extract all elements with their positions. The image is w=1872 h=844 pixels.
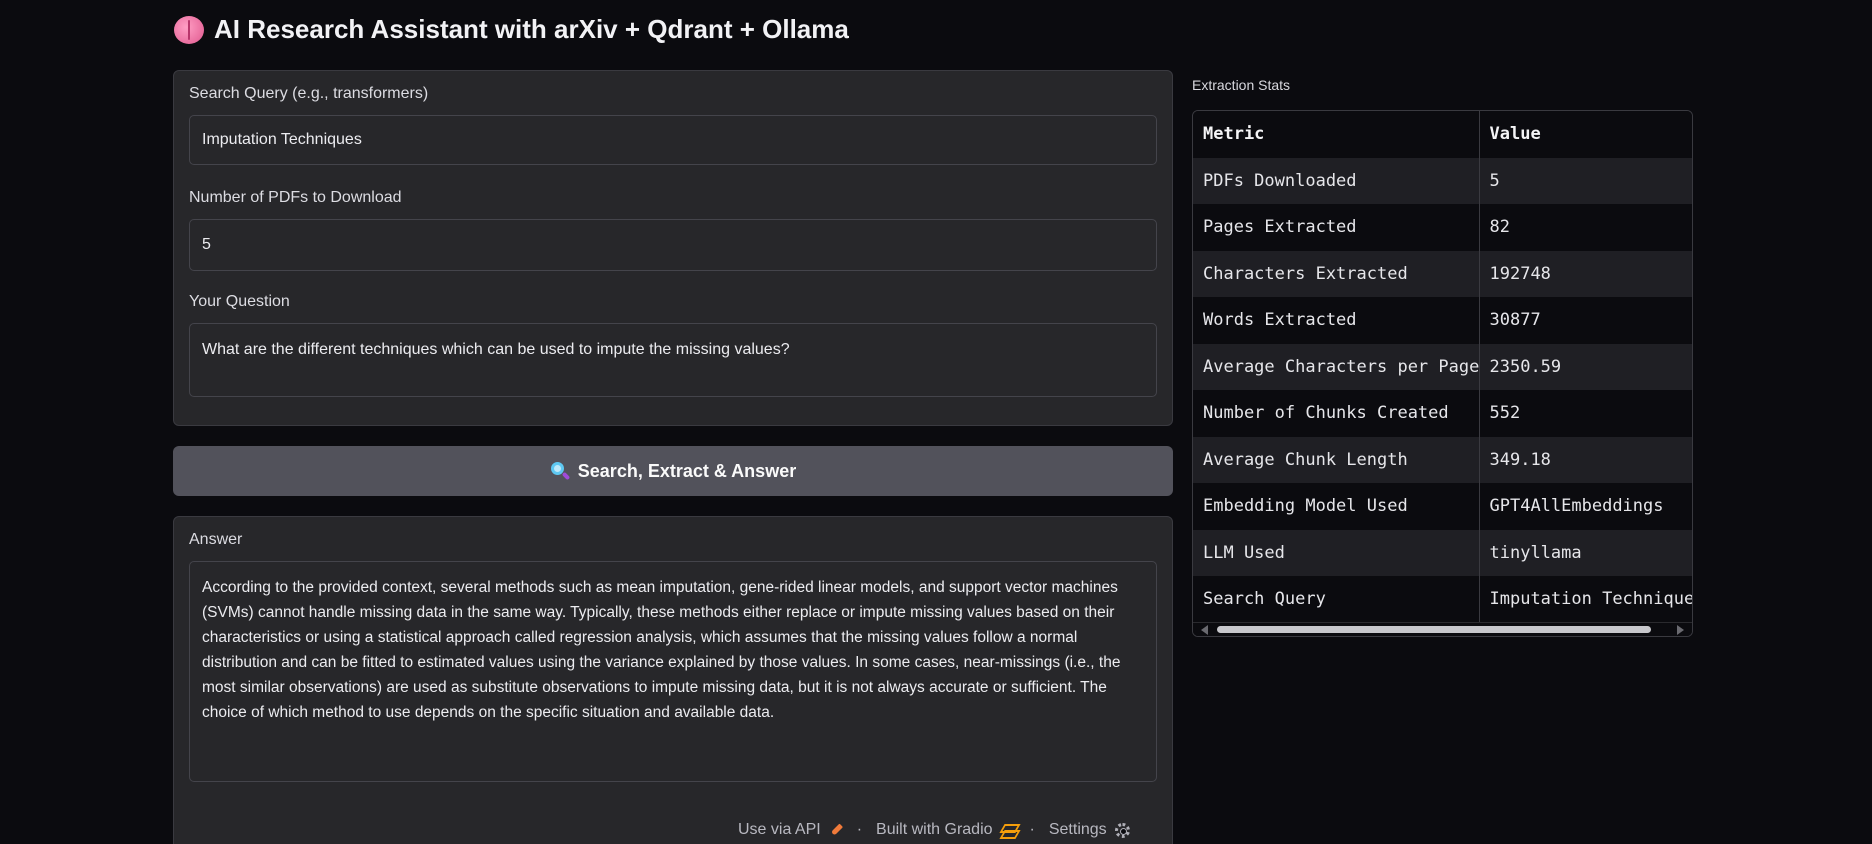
search-query-value: Imputation Techniques: [202, 131, 362, 148]
answer-textarea[interactable]: According to the provided context, sever…: [189, 561, 1157, 782]
stats-header-value[interactable]: Value: [1479, 111, 1692, 158]
table-row: LLM Used tinyllama: [1193, 529, 1692, 576]
table-row: Characters Extracted 192748: [1193, 250, 1692, 297]
stats-cell-metric: PDFs Downloaded: [1193, 157, 1480, 204]
inputs-panel: Search Query (e.g., transformers) Imputa…: [173, 70, 1173, 426]
stats-cell-metric: Words Extracted: [1193, 297, 1480, 344]
stats-cell-value: 30877: [1479, 297, 1692, 344]
gear-icon[interactable]: [1114, 822, 1130, 838]
table-row: Number of Chunks Created 552: [1193, 390, 1692, 437]
footer: Use via API · Built with Gradio · Settin…: [738, 821, 1130, 839]
stats-header-metric[interactable]: Metric: [1193, 111, 1480, 158]
search-query-input[interactable]: Imputation Techniques: [189, 115, 1157, 165]
num-pdfs-value: 5: [202, 236, 211, 253]
question-label: Your Question: [189, 293, 290, 310]
gradio-logo-icon: [1001, 823, 1016, 837]
answer-panel: Answer According to the provided context…: [173, 516, 1173, 844]
input-column: Search Query (e.g., transformers) Imputa…: [173, 70, 1173, 844]
question-textarea[interactable]: What are the different techniques which …: [189, 323, 1157, 397]
scroll-right-icon[interactable]: [1677, 625, 1684, 635]
table-row: Pages Extracted 82: [1193, 204, 1692, 251]
stats-cell-value: 5: [1479, 157, 1692, 204]
stats-cell-value: 82: [1479, 204, 1692, 251]
stats-cell-metric: Number of Chunks Created: [1193, 390, 1480, 437]
stats-cell-value: GPT4AllEmbeddings: [1479, 483, 1692, 530]
table-row: PDFs Downloaded 5: [1193, 157, 1692, 204]
stats-cell-value: 552: [1479, 390, 1692, 437]
stats-cell-metric: Average Chunk Length: [1193, 436, 1480, 483]
search-extract-answer-button[interactable]: Search, Extract & Answer: [173, 446, 1173, 496]
stats-table: Metric Value PDFs Downloaded 5 Pages Ext…: [1193, 111, 1692, 623]
horizontal-scrollbar[interactable]: [1193, 622, 1692, 636]
extraction-stats-table[interactable]: Metric Value PDFs Downloaded 5 Pages Ext…: [1192, 110, 1693, 637]
stats-cell-metric: Embedding Model Used: [1193, 483, 1480, 530]
built-with-gradio-link[interactable]: Built with Gradio: [876, 821, 993, 839]
table-row: Embedding Model Used GPT4AllEmbeddings: [1193, 483, 1692, 530]
brain-icon: [174, 15, 204, 44]
table-row: Search Query Imputation Techniques: [1193, 576, 1692, 623]
magnifier-icon: [550, 461, 571, 481]
stats-cell-metric: Search Query: [1193, 576, 1480, 623]
table-row: Words Extracted 30877: [1193, 297, 1692, 344]
rocket-icon: [829, 823, 843, 837]
num-pdfs-label: Number of PDFs to Download: [189, 189, 402, 206]
scroll-left-icon[interactable]: [1201, 625, 1208, 635]
answer-value: According to the provided context, sever…: [202, 579, 1121, 721]
stats-cell-value: Imputation Techniques: [1479, 576, 1692, 623]
footer-separator: ·: [856, 821, 863, 838]
stats-cell-metric: Average Characters per Page: [1193, 343, 1480, 390]
page-title: AI Research Assistant with arXiv + Qdran…: [174, 14, 849, 45]
stats-cell-value: 349.18: [1479, 436, 1692, 483]
stats-cell-metric: Characters Extracted: [1193, 250, 1480, 297]
scrollbar-thumb[interactable]: [1217, 626, 1651, 633]
stats-cell-metric: Pages Extracted: [1193, 204, 1480, 251]
search-extract-answer-label: Search, Extract & Answer: [577, 460, 797, 481]
use-via-api-link[interactable]: Use via API: [738, 821, 821, 839]
settings-link[interactable]: Settings: [1049, 821, 1107, 839]
extraction-stats-label: Extraction Stats: [1192, 77, 1291, 93]
stats-cell-value: 2350.59: [1479, 343, 1692, 390]
stats-cell-value: 192748: [1479, 250, 1692, 297]
answer-label: Answer: [189, 531, 243, 548]
table-row: Average Chunk Length 349.18: [1193, 436, 1692, 483]
page-title-text: AI Research Assistant with arXiv + Qdran…: [214, 14, 849, 44]
question-value: What are the different techniques which …: [202, 341, 790, 358]
stats-cell-value: tinyllama: [1479, 529, 1692, 576]
table-row: Average Characters per Page 2350.59: [1193, 343, 1692, 390]
footer-separator: ·: [1029, 821, 1035, 838]
search-query-label: Search Query (e.g., transformers): [189, 85, 429, 102]
stats-cell-metric: LLM Used: [1193, 529, 1480, 576]
num-pdfs-input[interactable]: 5: [189, 219, 1157, 271]
